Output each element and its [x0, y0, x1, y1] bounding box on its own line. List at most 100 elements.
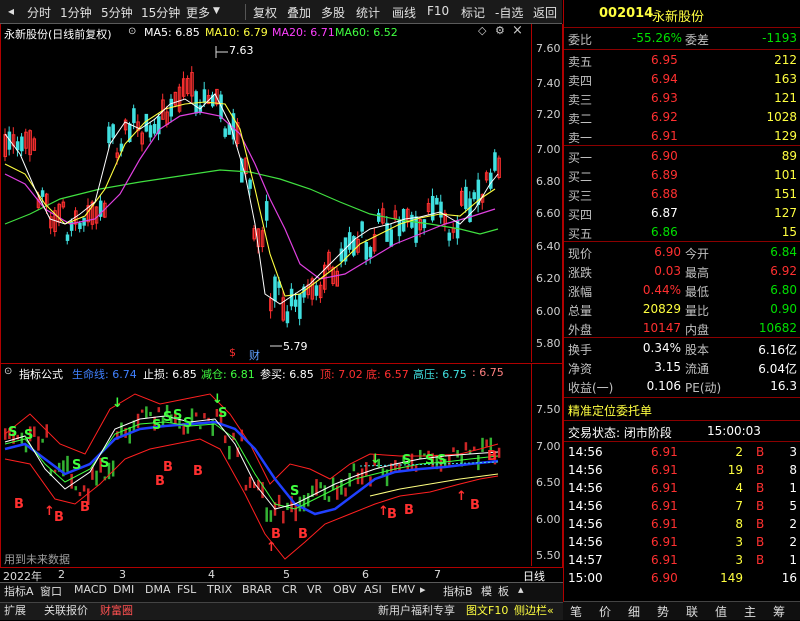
- buy-signal: B: [470, 498, 480, 513]
- bid-row[interactable]: 买一 6.90 89: [564, 148, 800, 166]
- tab-fsl[interactable]: FSL: [177, 583, 196, 600]
- toolbar-mark[interactable]: 标记: [461, 4, 485, 21]
- candle-body: [132, 108, 136, 124]
- ask-row[interactable]: 卖二 6.92 1028: [564, 109, 800, 127]
- chevron-down-icon[interactable]: ▼: [213, 6, 220, 16]
- panel-tab[interactable]: 势: [657, 603, 669, 621]
- tab-indicator-b[interactable]: 指标B: [443, 583, 473, 600]
- candle-body: [439, 201, 443, 218]
- tab-arrow-icon[interactable]: ▸: [420, 583, 426, 600]
- candle-body: [264, 201, 269, 221]
- quote-panel: 002014 永新股份 委比 -55.26% 委差 -1193 卖五 6.95 …: [563, 0, 800, 602]
- chart-toolbar: ◂ 分时 1分钟 5分钟 15分钟 更多 ▼ 复权 叠加 多股 统计 画线 F1…: [0, 0, 562, 24]
- buy-signal: B: [54, 510, 64, 525]
- indicator-bar: [248, 476, 252, 488]
- toolbar-5min[interactable]: 5分钟: [101, 4, 133, 21]
- y-tick-label: 6.20: [536, 272, 561, 285]
- toolbar-stats[interactable]: 统计: [356, 4, 380, 21]
- indicator-bar: [485, 439, 488, 447]
- candle-body: [148, 125, 153, 138]
- panel-tab[interactable]: 细: [628, 603, 640, 621]
- toolbar-multi[interactable]: 多股: [321, 4, 345, 21]
- stat-value: 16.3: [770, 379, 797, 393]
- toolbar-1min[interactable]: 1分钟: [60, 4, 92, 21]
- tick-price: 6.91: [651, 463, 678, 477]
- tab-template[interactable]: 模: [481, 583, 492, 600]
- panel-tab[interactable]: 值: [715, 603, 727, 621]
- expand-button[interactable]: 扩展: [4, 602, 26, 619]
- wealth-circle-button[interactable]: 财富圈: [100, 602, 133, 619]
- tab-emv[interactable]: EMV: [391, 583, 415, 600]
- tab-board[interactable]: 板: [498, 583, 509, 600]
- ask-row[interactable]: 卖三 6.93 121: [564, 90, 800, 108]
- indicator-bar: [228, 445, 231, 460]
- finance-marker[interactable]: 财: [249, 347, 260, 363]
- indicator-bar: [385, 469, 389, 487]
- panel-tab[interactable]: 联: [686, 603, 698, 621]
- stat-value: 10682: [758, 321, 797, 335]
- future-data-note: 用到未来数据: [4, 553, 70, 566]
- tab-macd[interactable]: MACD: [74, 583, 107, 600]
- ask-row[interactable]: 卖五 6.95 212: [564, 52, 800, 70]
- toolbar-draw[interactable]: 画线: [392, 4, 416, 21]
- indicator-bar: [352, 463, 356, 472]
- period-label[interactable]: 日线: [523, 568, 545, 584]
- panel-tab[interactable]: 笔: [570, 603, 582, 621]
- tab-cr[interactable]: CR: [282, 583, 297, 600]
- candle-body: [65, 234, 70, 241]
- toolbar-favorite[interactable]: -自选: [495, 4, 523, 21]
- tab-dma[interactable]: DMA: [145, 583, 171, 600]
- related-quote-button[interactable]: 关联报价: [44, 602, 88, 619]
- tab-obv[interactable]: OBV: [333, 583, 356, 600]
- tick-side: B: [756, 445, 765, 459]
- tab-asi[interactable]: ASI: [364, 583, 382, 600]
- indicator-bar: [365, 462, 368, 476]
- candle-body: [107, 126, 111, 144]
- tab-vr[interactable]: VR: [307, 583, 322, 600]
- dividend-marker[interactable]: $: [229, 346, 236, 359]
- panel-tab[interactable]: 价: [599, 603, 611, 621]
- buy-signal: B: [298, 527, 308, 542]
- toolbar-adjust[interactable]: 复权: [253, 4, 277, 21]
- panel-tab[interactable]: 筹: [773, 603, 785, 621]
- tab-brar[interactable]: BRAR: [242, 583, 272, 600]
- tab-up-icon[interactable]: ▴: [518, 583, 524, 600]
- candle-body: [430, 195, 435, 221]
- panel-tab[interactable]: 主: [744, 603, 756, 621]
- indicator-bar: [66, 455, 69, 472]
- axis-month: 7: [434, 568, 441, 581]
- bid-row[interactable]: 买三 6.88 151: [564, 186, 800, 204]
- new-user-benefit-link[interactable]: 新用户福利专享: [378, 602, 455, 619]
- buy-signal: B: [163, 460, 173, 475]
- indicator-bar: [360, 468, 364, 485]
- toolbar-more[interactable]: 更多: [186, 4, 210, 21]
- tab-indicator-a[interactable]: 指标A: [4, 583, 34, 600]
- sell-signal: S: [290, 484, 300, 499]
- bid-row[interactable]: 买四 6.87 127: [564, 205, 800, 223]
- candle-body: [78, 222, 82, 230]
- tab-window[interactable]: 窗口: [40, 583, 62, 600]
- candle-body: [347, 232, 352, 250]
- bid-row[interactable]: 买五 6.86 15: [564, 224, 800, 242]
- tick-side: B: [756, 517, 765, 531]
- candle-body: [223, 128, 227, 137]
- tab-trix[interactable]: TRIX: [207, 583, 232, 600]
- toolbar-overlay[interactable]: 叠加: [287, 4, 311, 21]
- ask-volume: 212: [774, 53, 797, 67]
- bid-row[interactable]: 买二 6.89 101: [564, 167, 800, 185]
- stat-row: 净资 3.15 流通 6.04亿: [568, 360, 797, 376]
- toolbar-intraday[interactable]: 分时: [27, 4, 51, 21]
- tab-dmi[interactable]: DMI: [113, 583, 134, 600]
- toolbar-15min[interactable]: 15分钟: [141, 4, 180, 21]
- candlestick-plot: [3, 46, 501, 347]
- back-arrow-icon[interactable]: ◂: [3, 3, 19, 19]
- toolbar-back[interactable]: 返回: [533, 4, 557, 21]
- precise-order-title[interactable]: 精准定位委托单: [564, 401, 800, 419]
- f10-button[interactable]: 图文F10: [466, 602, 508, 619]
- ask-row[interactable]: 卖四 6.94 163: [564, 71, 800, 89]
- ask-row[interactable]: 卖一 6.91 129: [564, 128, 800, 146]
- sidebar-toggle[interactable]: 侧边栏«: [514, 602, 554, 619]
- toolbar-f10[interactable]: F10: [427, 4, 449, 18]
- indicator-bar: [223, 435, 227, 444]
- indicator-bar: [33, 426, 36, 437]
